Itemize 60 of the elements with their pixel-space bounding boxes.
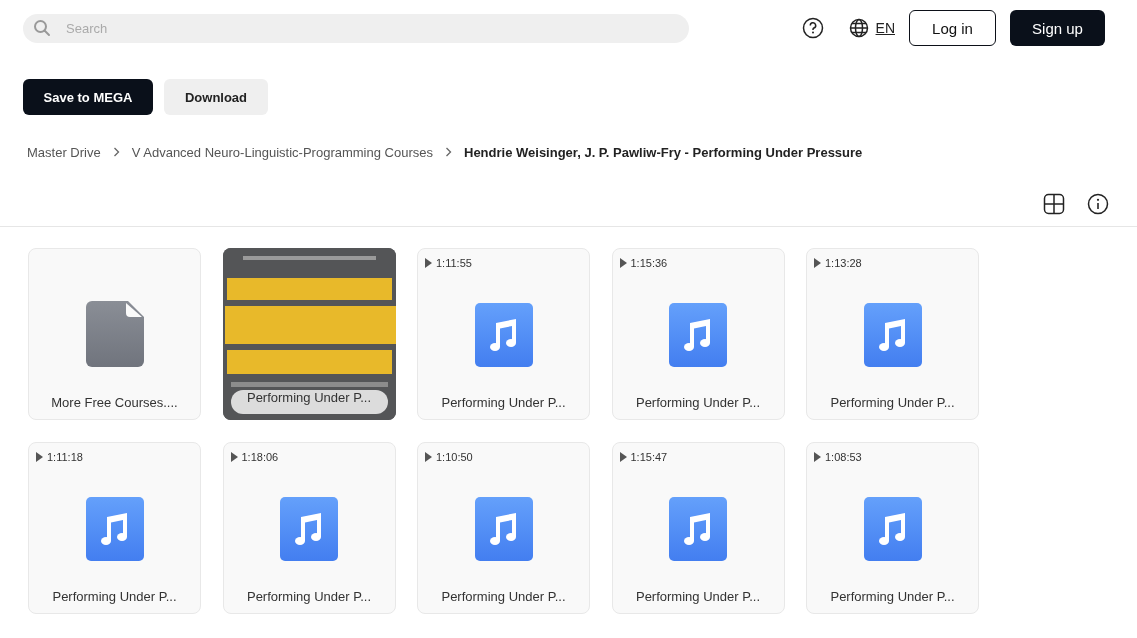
play-icon — [619, 452, 627, 462]
file-card[interactable]: 1:11:55 Performing Under P... — [417, 248, 590, 420]
duration-text: 1:11:55 — [436, 257, 472, 269]
file-name: Performing Under P... — [635, 589, 760, 604]
music-note-icon — [280, 497, 338, 561]
info-icon[interactable] — [1087, 193, 1109, 215]
duration-text: 1:15:47 — [630, 451, 668, 463]
play-icon — [36, 452, 43, 462]
file-card[interactable]: 1:10:50 Performing Under P... — [417, 442, 590, 614]
play-icon — [425, 452, 432, 462]
music-note-icon — [863, 303, 922, 367]
search-field[interactable]: Search — [23, 13, 689, 43]
duration-text: 1:10:50 — [436, 451, 473, 463]
file-name: Performing Under P... — [441, 395, 566, 410]
file-card[interactable]: 1:15:47 Performing Under P... — [611, 442, 785, 614]
file-card[interactable]: 1:18:06 Performing Under P... — [222, 442, 396, 614]
music-note-icon — [669, 497, 727, 561]
duration-text: 1:11:18 — [47, 451, 83, 463]
file-name: Performing Under P... — [830, 589, 955, 604]
file-name: More Free Courses.... — [51, 395, 178, 410]
duration-text: 1:13:28 — [825, 257, 862, 269]
help-icon[interactable] — [801, 17, 824, 39]
file-name: Performing Under P... — [246, 589, 371, 604]
file-card[interactable]: More Free Courses.... — [28, 248, 201, 420]
music-note-icon — [474, 497, 533, 561]
signup-button[interactable]: Sign up — [1010, 10, 1105, 46]
file-card[interactable]: 1:15:36 Performing Under P... — [611, 248, 785, 420]
save-button[interactable]: Save to MEGA — [23, 79, 153, 115]
music-note-icon — [474, 303, 533, 367]
file-name: Performing Under P... — [635, 395, 760, 410]
file-name: Performing Under P... — [441, 589, 566, 604]
play-icon — [814, 258, 821, 268]
language-link[interactable]: EN — [875, 20, 895, 36]
download-button[interactable]: Download — [164, 79, 268, 115]
breadcrumb-link[interactable]: Master Drive — [27, 144, 101, 160]
play-icon — [230, 452, 238, 462]
grid-view-icon[interactable] — [1043, 193, 1065, 215]
login-button[interactable]: Log in — [909, 10, 996, 46]
file-name: Performing Under P... — [52, 589, 177, 604]
globe-icon[interactable] — [848, 18, 869, 38]
file-name: Performing Under P... — [230, 390, 388, 414]
current-folder: Hendrie Weisinger, J. P. Pawliw-Fry - Performing Under Pressure — [464, 144, 863, 160]
document-icon — [85, 301, 144, 367]
file-card[interactable]: 1:13:28 Performing Under P... — [806, 248, 979, 420]
file-name: Performing Under P... — [830, 395, 955, 410]
music-note-icon — [863, 497, 922, 561]
duration-text: 1:18:06 — [241, 451, 279, 463]
duration-text: 1:15:36 — [630, 257, 668, 269]
chevron-icon — [112, 147, 120, 157]
music-note-icon — [85, 497, 144, 561]
play-icon — [619, 258, 627, 268]
file-card[interactable]: 1:11:18 Performing Under P... — [28, 442, 201, 614]
play-icon — [425, 258, 432, 268]
file-card[interactable]: Performing Under P... — [222, 248, 396, 420]
chevron-icon — [445, 147, 452, 157]
breadcrumb-link[interactable]: V Advanced Neuro-Linguistic-Programming Courses — [131, 144, 433, 160]
file-card[interactable]: 1:08:53 Performing Under P... — [806, 442, 979, 614]
duration-text: 1:08:53 — [825, 451, 862, 463]
music-note-icon — [669, 303, 727, 367]
play-icon — [814, 452, 821, 462]
